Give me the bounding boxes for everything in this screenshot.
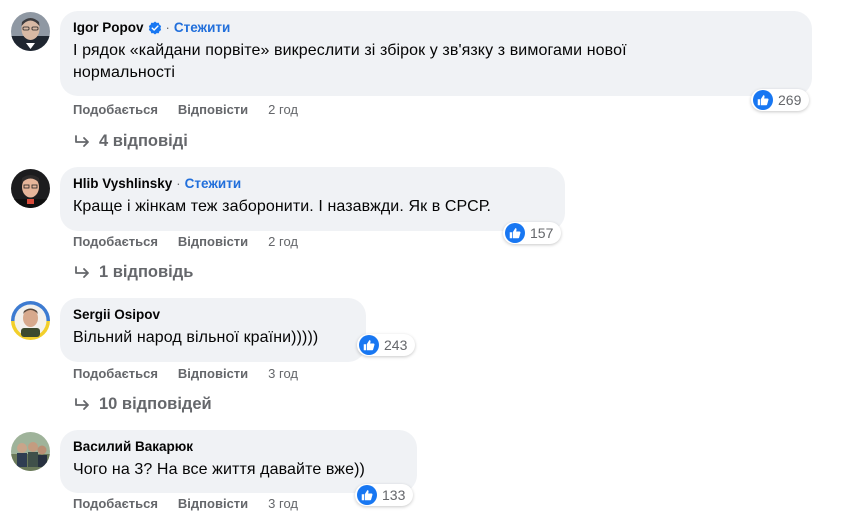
reply-arrow-icon [75, 265, 89, 278]
comment-bubble: Igor Popov · Стежити І рядок «кайдани по… [60, 11, 812, 96]
reply-arrow-icon [75, 397, 89, 410]
follow-button[interactable]: Стежити [174, 19, 230, 37]
follow-button[interactable]: Стежити [185, 175, 241, 193]
reply-button[interactable]: Відповісти [178, 102, 248, 117]
replies-count-label: 4 відповіді [99, 132, 188, 150]
author-name[interactable]: Василий Вакарюк [73, 438, 193, 456]
comment-bubble: Hlib Vyshlinsky · Стежити Краще і жінкам… [60, 167, 565, 231]
avatar[interactable] [11, 12, 50, 51]
reaction-number: 157 [530, 225, 554, 241]
like-button[interactable]: Подобається [73, 234, 158, 249]
reply-button[interactable]: Відповісти [178, 234, 248, 249]
comment-text-line: Краще і жінкам теж заборонити. І назавжд… [73, 198, 492, 215]
comment-text-line: нормальності [73, 64, 176, 81]
separator-dot: · [176, 176, 181, 191]
view-replies-link[interactable]: 4 відповіді [74, 132, 188, 151]
reply-arrow-icon [75, 134, 89, 147]
timestamp[interactable]: 3 год [268, 366, 298, 381]
like-icon [359, 335, 379, 355]
replies-count-label: 1 відповідь [99, 263, 194, 281]
view-replies-link[interactable]: 1 відповідь [74, 263, 193, 282]
timestamp[interactable]: 2 год [268, 234, 298, 249]
replies-count-label: 10 відповідей [99, 395, 212, 413]
like-icon [357, 485, 377, 505]
reaction-number: 269 [778, 92, 802, 108]
timestamp[interactable]: 2 год [268, 102, 298, 117]
verified-badge-icon [148, 21, 161, 35]
avatar[interactable] [11, 432, 50, 471]
comment-text-line: Вільний народ вільної країни))))) [73, 329, 319, 346]
timestamp[interactable]: 3 год [268, 496, 298, 511]
reaction-count[interactable]: 243 [357, 334, 415, 356]
author-name[interactable]: Hlib Vyshlinsky [73, 175, 172, 193]
like-icon [753, 90, 773, 110]
reply-button[interactable]: Відповісти [178, 496, 248, 511]
author-name[interactable]: Igor Popov [73, 19, 144, 37]
comment-text-line: Чого на 3? На все життя давайте вже)) [73, 461, 365, 478]
like-button[interactable]: Подобається [73, 496, 158, 511]
reply-button[interactable]: Відповісти [178, 366, 248, 381]
avatar[interactable] [11, 169, 50, 208]
comment-text-line: І рядок «кайдани порвіте» викреслити зі … [73, 42, 627, 59]
reaction-count[interactable]: 157 [503, 222, 561, 244]
comment-text: Вільний народ вільної країни))))) [73, 327, 354, 349]
reaction-number: 133 [382, 487, 406, 503]
author-name[interactable]: Sergii Osipov [73, 306, 160, 324]
like-button[interactable]: Подобається [73, 102, 158, 117]
avatar[interactable] [11, 301, 50, 340]
comment-bubble: Sergii Osipov Вільний народ вільної краї… [60, 298, 366, 362]
comment-text: Чого на 3? На все життя давайте вже)) [73, 459, 405, 481]
reaction-number: 243 [384, 337, 408, 353]
comment-text: Краще і жінкам теж заборонити. І назавжд… [73, 196, 553, 218]
like-icon [505, 223, 525, 243]
reaction-count[interactable]: 269 [751, 89, 809, 111]
separator-dot: · [165, 20, 170, 35]
comment-text: І рядок «кайдани порвіте» викреслити зі … [73, 40, 800, 84]
reaction-count[interactable]: 133 [355, 484, 413, 506]
like-button[interactable]: Подобається [73, 366, 158, 381]
view-replies-link[interactable]: 10 відповідей [74, 395, 212, 414]
